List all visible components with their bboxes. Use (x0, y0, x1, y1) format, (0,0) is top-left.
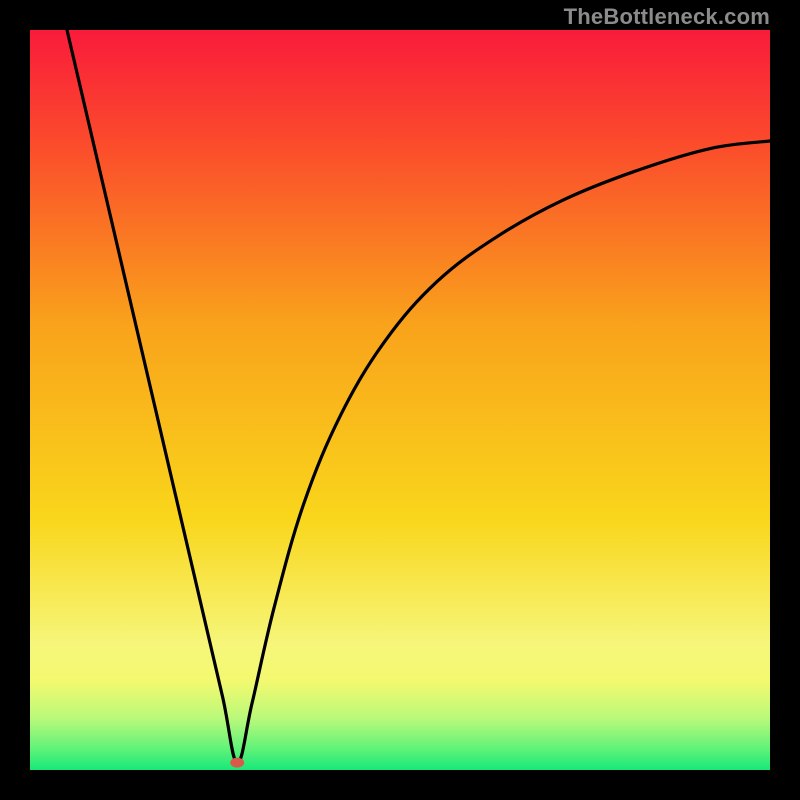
plot-area (30, 30, 770, 770)
outer-frame: TheBottleneck.com (0, 0, 800, 800)
gradient-background (30, 30, 770, 770)
minimum-marker-dot (230, 758, 244, 768)
watermark-text: TheBottleneck.com (564, 4, 770, 30)
bottleneck-chart (30, 30, 770, 770)
